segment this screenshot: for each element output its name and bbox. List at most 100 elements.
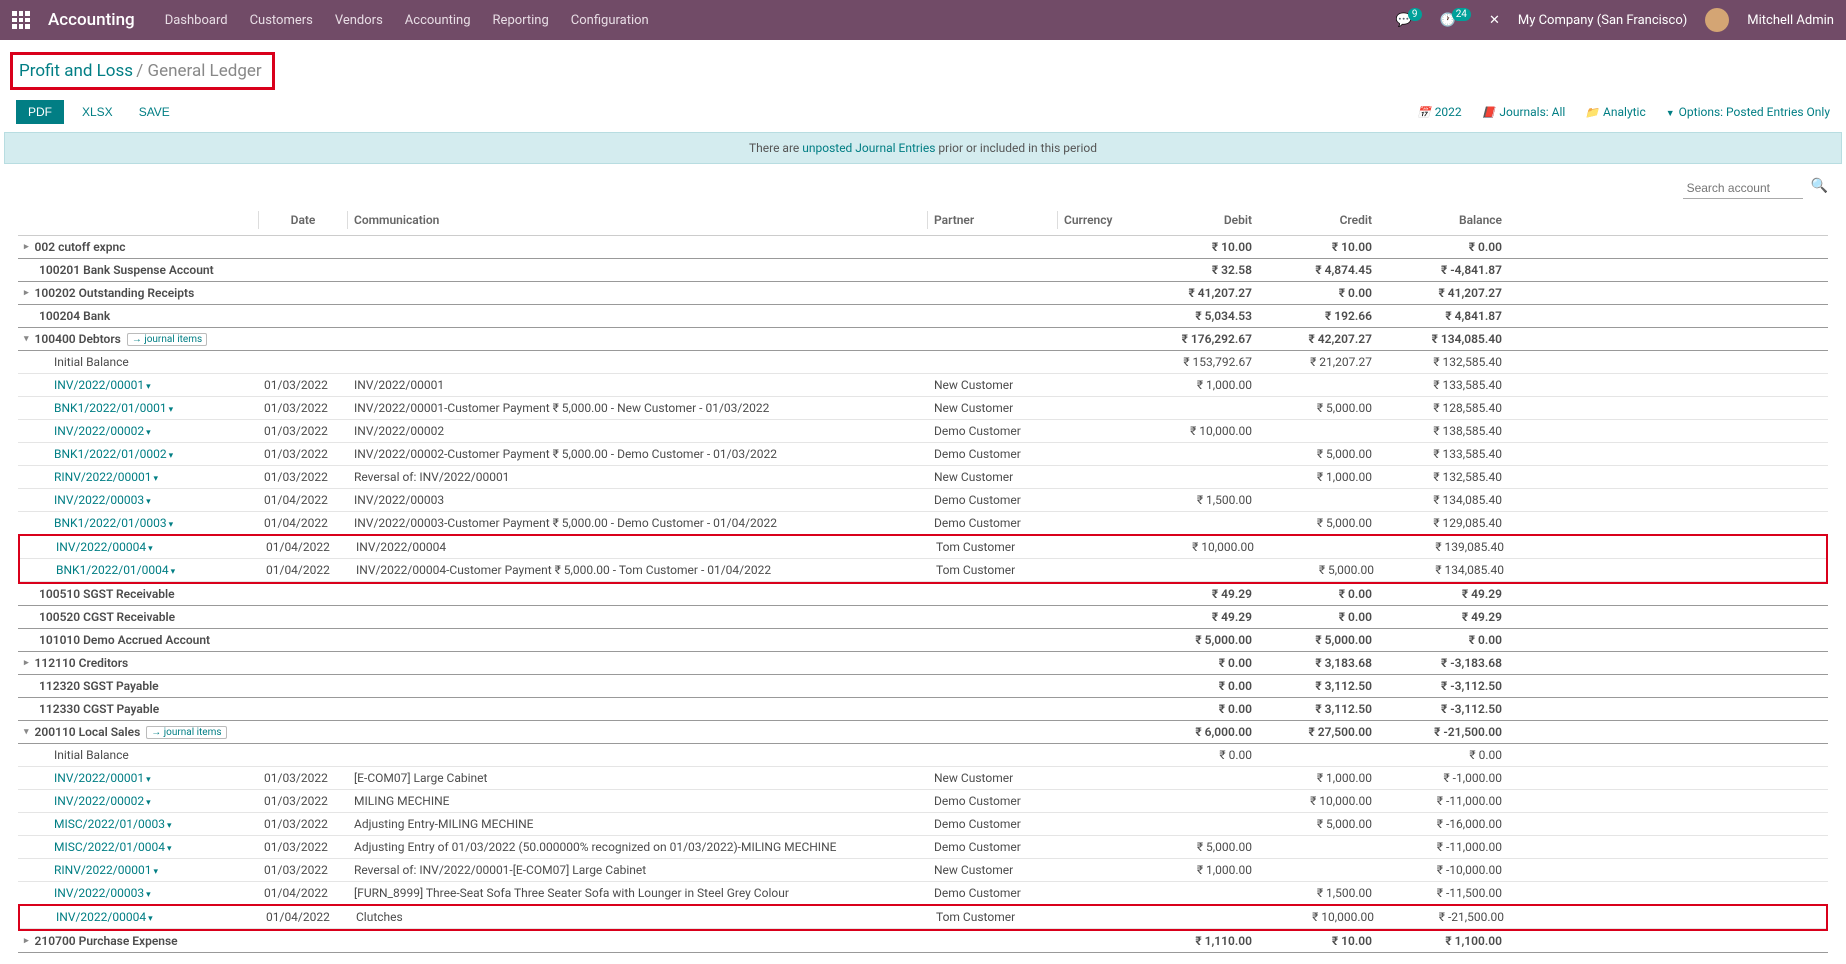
account-row[interactable]: ▸100202 Outstanding Receipts ₹ 41,207.27… xyxy=(18,282,1828,305)
dropdown-icon[interactable]: ▾ xyxy=(146,382,151,392)
credit: ₹ 0.00 xyxy=(1258,285,1378,301)
dropdown-icon[interactable]: ▾ xyxy=(153,474,158,484)
line-partner: Tom Customer xyxy=(930,539,1060,555)
dropdown-icon[interactable]: ▾ xyxy=(169,451,174,461)
nav-accounting[interactable]: Accounting xyxy=(405,13,471,28)
account-row[interactable]: 112330 CGST Payable ₹ 0.00 ₹ 3,112.50 ₹ … xyxy=(18,698,1828,721)
journal-items-link[interactable]: → journal items xyxy=(146,726,226,739)
line-debit: ₹ 1,500.00 xyxy=(1148,492,1258,508)
dropdown-icon[interactable]: ▾ xyxy=(167,844,172,854)
nav-reporting[interactable]: Reporting xyxy=(493,13,549,28)
tray-icon[interactable]: ✕ xyxy=(1489,13,1500,28)
app-title[interactable]: Accounting xyxy=(48,10,135,30)
entry-link[interactable]: INV/2022/00004 xyxy=(56,910,146,924)
dropdown-icon[interactable]: ▾ xyxy=(146,890,151,900)
ledger-line: BNK1/2022/01/0004▾ 01/04/2022 INV/2022/0… xyxy=(20,559,1826,582)
entry-link[interactable]: RINV/2022/00001 xyxy=(54,470,151,484)
ledger-line: INV/2022/00003▾ 01/04/2022 [FURN_8999] T… xyxy=(18,882,1828,905)
account-row[interactable]: ▸112110 Creditors ₹ 0.00 ₹ 3,183.68 ₹ -3… xyxy=(18,652,1828,675)
account-row[interactable]: 100520 CGST Receivable ₹ 49.29 ₹ 0.00 ₹ … xyxy=(18,606,1828,629)
xlsx-button[interactable]: XLSX xyxy=(74,100,121,124)
caret-icon[interactable]: ▸ xyxy=(24,658,29,668)
balance: ₹ 4,841.87 xyxy=(1378,308,1508,324)
caret-icon[interactable]: ▾ xyxy=(24,727,29,737)
account-row[interactable]: 100204 Bank ₹ 5,034.53 ₹ 192.66 ₹ 4,841.… xyxy=(18,305,1828,328)
avatar[interactable] xyxy=(1705,8,1729,32)
entry-link[interactable]: BNK1/2022/01/0004 xyxy=(56,563,169,577)
line-debit xyxy=(1148,800,1258,802)
account-name: 100204 Bank xyxy=(39,309,110,323)
account-row[interactable]: 100510 SGST Receivable ₹ 49.29 ₹ 0.00 ₹ … xyxy=(18,583,1828,606)
book-icon xyxy=(1482,105,1496,119)
line-date: 01/04/2022 xyxy=(258,515,348,531)
ledger-line: INV/2022/00002▾ 01/03/2022 MILING MECHIN… xyxy=(18,790,1828,813)
filter-journals[interactable]: Journals: All xyxy=(1482,105,1566,119)
entry-link[interactable]: RINV/2022/00001 xyxy=(54,863,151,877)
nav-vendors[interactable]: Vendors xyxy=(335,13,383,28)
dropdown-icon[interactable]: ▾ xyxy=(146,428,151,438)
line-partner: Demo Customer xyxy=(928,423,1058,439)
ledger-line: BNK1/2022/01/0002▾ 01/03/2022 INV/2022/0… xyxy=(18,443,1828,466)
dropdown-icon[interactable]: ▾ xyxy=(153,867,158,877)
account-row[interactable]: ▸210700 Purchase Expense ₹ 1,110.00 ₹ 10… xyxy=(18,930,1828,953)
dropdown-icon[interactable]: ▾ xyxy=(146,798,151,808)
apps-icon[interactable] xyxy=(12,11,30,29)
dropdown-icon[interactable]: ▾ xyxy=(167,821,172,831)
entry-link[interactable]: INV/2022/00001 xyxy=(54,771,144,785)
account-row[interactable]: 112320 SGST Payable ₹ 0.00 ₹ 3,112.50 ₹ … xyxy=(18,675,1828,698)
activities-icon[interactable]: 🕐24 xyxy=(1440,13,1471,28)
search-input[interactable] xyxy=(1683,178,1803,199)
caret-icon[interactable]: ▸ xyxy=(24,288,29,298)
nav-customers[interactable]: Customers xyxy=(250,13,313,28)
filter-analytic[interactable]: Analytic xyxy=(1585,105,1645,119)
caret-icon[interactable]: ▸ xyxy=(24,242,29,252)
save-button[interactable]: SAVE xyxy=(131,100,178,124)
caret-icon[interactable]: ▾ xyxy=(24,334,29,344)
account-row[interactable]: ▸002 cutoff expnc ₹ 10.00 ₹ 10.00 ₹ 0.00 xyxy=(18,236,1828,259)
col-debit: Debit xyxy=(1148,211,1258,229)
dropdown-icon[interactable]: ▾ xyxy=(169,520,174,530)
entry-link[interactable]: BNK1/2022/01/0002 xyxy=(54,447,167,461)
account-row[interactable]: 100201 Bank Suspense Account ₹ 32.58 ₹ 4… xyxy=(18,259,1828,282)
filter-options[interactable]: Options: Posted Entries Only xyxy=(1666,105,1830,119)
dropdown-icon[interactable]: ▾ xyxy=(148,544,153,554)
entry-link[interactable]: INV/2022/00002 xyxy=(54,794,144,808)
entry-link[interactable]: MISC/2022/01/0004 xyxy=(54,840,165,854)
company-switcher[interactable]: My Company (San Francisco) xyxy=(1518,13,1687,28)
account-name: 200110 Local Sales xyxy=(35,725,141,739)
entry-link[interactable]: INV/2022/00001 xyxy=(54,378,144,392)
entry-link[interactable]: MISC/2022/01/0003 xyxy=(54,817,165,831)
user-name[interactable]: Mitchell Admin xyxy=(1747,13,1834,28)
warning-banner: There are unposted Journal Entries prior… xyxy=(4,132,1842,164)
nav-dashboard[interactable]: Dashboard xyxy=(165,13,228,28)
entry-link[interactable]: BNK1/2022/01/0001 xyxy=(54,401,167,415)
account-row[interactable]: ▾100400 Debtors→ journal items ₹ 176,292… xyxy=(18,328,1828,351)
dropdown-icon[interactable]: ▾ xyxy=(169,405,174,415)
account-name: 210700 Purchase Expense xyxy=(35,934,178,948)
dropdown-icon[interactable]: ▾ xyxy=(146,497,151,507)
ledger-line: BNK1/2022/01/0003▾ 01/04/2022 INV/2022/0… xyxy=(18,512,1828,535)
entry-link[interactable]: INV/2022/00003 xyxy=(54,886,144,900)
ledger-line: MISC/2022/01/0003▾ 01/03/2022 Adjusting … xyxy=(18,813,1828,836)
messages-icon[interactable]: 💬9 xyxy=(1396,13,1422,28)
entry-link[interactable]: INV/2022/00004 xyxy=(56,540,146,554)
unposted-link[interactable]: unposted Journal Entries xyxy=(802,141,935,155)
balance: ₹ 49.29 xyxy=(1378,609,1508,625)
dropdown-icon[interactable]: ▾ xyxy=(171,567,176,577)
pdf-button[interactable]: PDF xyxy=(16,100,64,124)
caret-icon[interactable]: ▸ xyxy=(24,936,29,946)
account-name: 100510 SGST Receivable xyxy=(39,587,175,601)
nav-configuration[interactable]: Configuration xyxy=(571,13,649,28)
entry-link[interactable]: INV/2022/00002 xyxy=(54,424,144,438)
entry-link[interactable]: BNK1/2022/01/0003 xyxy=(54,516,167,530)
line-date: 01/04/2022 xyxy=(258,885,348,901)
account-row[interactable]: ▾200110 Local Sales→ journal items ₹ 6,0… xyxy=(18,721,1828,744)
breadcrumb-parent[interactable]: Profit and Loss xyxy=(19,61,133,81)
journal-items-link[interactable]: → journal items xyxy=(127,333,207,346)
account-row[interactable]: 101010 Demo Accrued Account ₹ 5,000.00 ₹… xyxy=(18,629,1828,652)
dropdown-icon[interactable]: ▾ xyxy=(146,775,151,785)
search-icon[interactable]: 🔍 xyxy=(1811,178,1828,199)
filter-year[interactable]: 2022 xyxy=(1417,105,1462,119)
entry-link[interactable]: INV/2022/00003 xyxy=(54,493,144,507)
dropdown-icon[interactable]: ▾ xyxy=(148,914,153,924)
